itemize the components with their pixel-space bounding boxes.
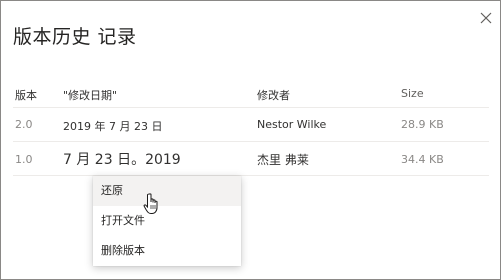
divider [13,107,489,108]
modified-date-cell[interactable]: 2019 年 7 月 23 日 [63,118,162,134]
modified-by-cell: Nestor Wilke [257,118,327,131]
menu-item-open-file[interactable]: 打开文件 [93,206,241,236]
dialog-title: 版本历史 记录 [13,26,137,48]
size-cell: 34.4 KB [401,153,444,166]
modified-by-cell: 杰里 弗莱 [257,153,309,167]
column-header-version[interactable]: 版本 [15,87,37,103]
divider [13,175,489,176]
divider [13,141,489,142]
menu-item-delete-version[interactable]: 删除版本 [93,236,241,266]
menu-item-restore[interactable]: 还原 [93,176,241,206]
version-cell: 2.0 [15,118,33,131]
column-header-modified[interactable]: "修改日期" [63,87,117,103]
version-cell: 1.0 [15,153,33,166]
size-cell: 28.9 KB [401,118,444,131]
column-header-size[interactable]: Size [401,87,424,100]
modified-date-cell[interactable]: 7 月 23 日。2019 [63,149,181,169]
column-header-modified-by[interactable]: 修改者 [257,87,290,103]
version-history-dialog: 版本历史 记录 版本 "修改日期" 修改者 Size 2.0 2019 年 7 … [0,0,501,280]
version-context-menu: 还原 打开文件 删除版本 [93,176,241,266]
close-icon[interactable] [478,10,494,26]
